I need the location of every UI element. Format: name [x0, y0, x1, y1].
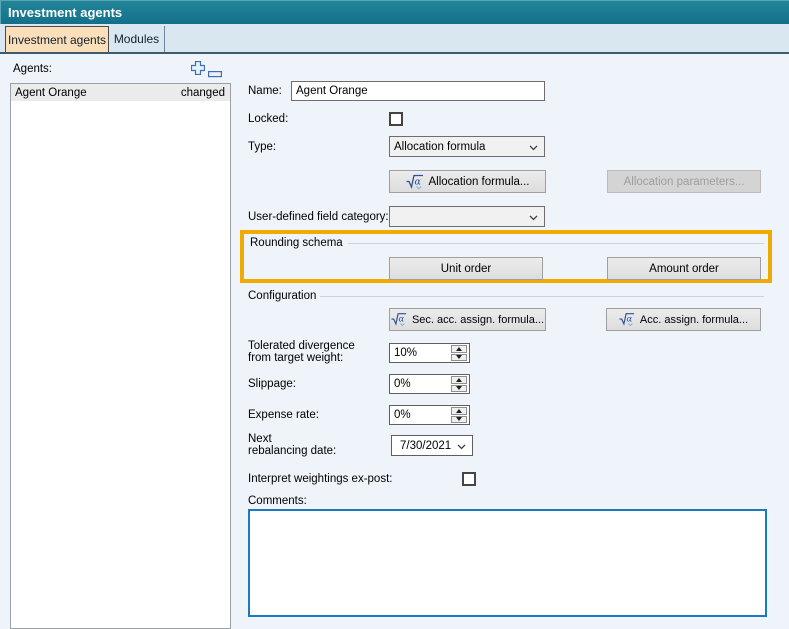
- window-titlebar: Investment agents: [0, 0, 789, 24]
- sec-acc-assign-formula-button[interactable]: α Sec. acc. assign. formula...: [389, 308, 546, 331]
- comments-label: Comments:: [248, 495, 307, 507]
- allocation-parameters-button: Allocation parameters...: [607, 170, 761, 193]
- chevron-down-icon: [529, 211, 538, 223]
- locked-checkbox[interactable]: [389, 112, 403, 126]
- tab-strip: Investment agents Modules: [0, 24, 789, 54]
- triangle-down-icon: [456, 417, 462, 421]
- minus-icon: [208, 71, 222, 78]
- comments-textarea[interactable]: [248, 509, 767, 617]
- allocation-parameters-button-label: Allocation parameters...: [624, 176, 745, 188]
- spinner-up-button[interactable]: [451, 407, 467, 415]
- agents-listbox[interactable]: Agent Orange changed: [10, 83, 231, 629]
- remove-agent-button[interactable]: [208, 65, 222, 83]
- agent-status-badge: changed: [181, 87, 225, 99]
- sec-acc-assign-formula-button-label: Sec. acc. assign. formula...: [412, 314, 544, 326]
- window-title: Investment agents: [0, 5, 122, 20]
- tab-label: Modules: [114, 32, 159, 46]
- agents-list-label: Agents:: [13, 63, 52, 75]
- locked-label: Locked:: [248, 113, 288, 125]
- slippage-spinner[interactable]: 0%: [389, 374, 470, 394]
- tolerated-divergence-value: 10%: [394, 347, 417, 359]
- allocation-formula-button-label: Allocation formula...: [429, 176, 530, 188]
- group-divider: [320, 296, 764, 297]
- next-rebalancing-date-select[interactable]: 7/30/2021: [391, 435, 473, 456]
- spinner-down-button[interactable]: [451, 385, 467, 393]
- spinner-buttons: [451, 407, 467, 423]
- spinner-up-button[interactable]: [451, 345, 467, 353]
- next-rebalancing-date-label: Next rebalancing date:: [248, 433, 336, 457]
- interpret-expost-label: Interpret weightings ex-post:: [248, 473, 392, 485]
- tab-modules[interactable]: Modules: [109, 26, 165, 52]
- svg-text:α: α: [414, 176, 421, 187]
- triangle-up-icon: [456, 378, 462, 382]
- expense-rate-value: 0%: [394, 409, 411, 421]
- formula-icon: α: [619, 312, 635, 327]
- slippage-label: Slippage:: [248, 378, 296, 390]
- interpret-expost-checkbox[interactable]: [462, 472, 476, 486]
- configuration-group-label: Configuration: [248, 290, 316, 302]
- slippage-value: 0%: [394, 378, 411, 390]
- rounding-schema-group-label: Rounding schema: [250, 237, 343, 249]
- amount-order-button-label: Amount order: [649, 263, 719, 275]
- agent-list-item[interactable]: Agent Orange changed: [11, 84, 230, 101]
- triangle-up-icon: [456, 347, 462, 351]
- spinner-up-button[interactable]: [451, 376, 467, 384]
- udf-category-select[interactable]: [389, 206, 545, 227]
- spinner-down-button[interactable]: [451, 354, 467, 362]
- expense-rate-label: Expense rate:: [248, 409, 319, 421]
- udf-category-label: User-defined field category:: [248, 211, 389, 223]
- tolerated-divergence-spinner[interactable]: 10%: [389, 343, 470, 363]
- tab-label: Investment agents: [8, 33, 106, 47]
- unit-order-button-label: Unit order: [441, 263, 492, 275]
- tolerated-divergence-label: Tolerated divergence from target weight:: [248, 340, 355, 364]
- chevron-down-icon: [457, 440, 466, 452]
- acc-assign-formula-button[interactable]: α Acc. assign. formula...: [606, 308, 761, 331]
- svg-text:α: α: [626, 314, 632, 324]
- tab-investment-agents[interactable]: Investment agents: [5, 26, 109, 52]
- amount-order-button[interactable]: Amount order: [607, 257, 761, 280]
- spinner-buttons: [451, 345, 467, 361]
- triangle-down-icon: [456, 386, 462, 390]
- type-selected-value: Allocation formula: [394, 141, 485, 153]
- name-label: Name:: [248, 85, 282, 97]
- triangle-down-icon: [456, 355, 462, 359]
- agent-name: Agent Orange: [15, 87, 87, 99]
- add-agent-button[interactable]: [191, 61, 205, 80]
- allocation-formula-button[interactable]: α Allocation formula...: [389, 170, 546, 193]
- formula-icon: α: [391, 312, 407, 327]
- group-divider: [348, 243, 764, 244]
- formula-icon: α: [406, 174, 424, 190]
- type-select[interactable]: Allocation formula: [389, 136, 545, 157]
- chevron-down-icon: [529, 141, 538, 153]
- svg-text:α: α: [399, 314, 405, 324]
- expense-rate-spinner[interactable]: 0%: [389, 405, 470, 425]
- spinner-buttons: [451, 376, 467, 392]
- investment-agents-window: Investment agents Investment agents Modu…: [0, 0, 789, 629]
- plus-icon: [191, 61, 205, 75]
- type-label: Type:: [248, 141, 276, 153]
- next-rebalancing-date-value: 7/30/2021: [400, 440, 451, 452]
- unit-order-button[interactable]: Unit order: [389, 257, 543, 280]
- spinner-down-button[interactable]: [451, 416, 467, 424]
- triangle-up-icon: [456, 409, 462, 413]
- name-input[interactable]: [291, 81, 545, 101]
- acc-assign-formula-button-label: Acc. assign. formula...: [640, 314, 748, 326]
